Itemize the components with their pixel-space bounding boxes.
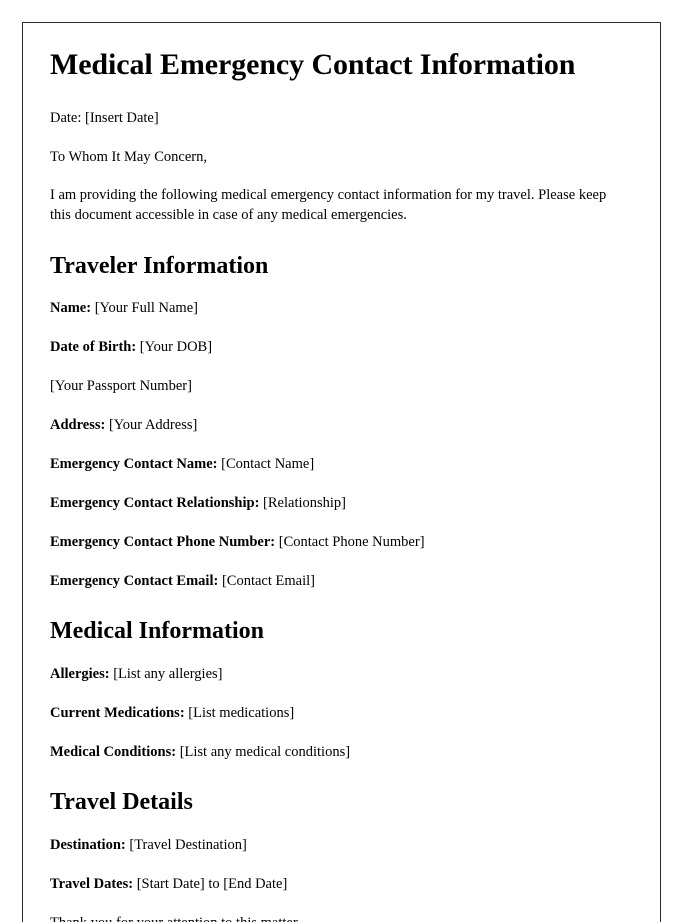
field-label: Medical Conditions: <box>50 744 177 761</box>
field-row: Allergies: [List any allergies] <box>50 664 634 684</box>
medical-field-list: Allergies: [List any allergies] Current … <box>50 664 634 762</box>
field-value: [Contact Email] <box>221 573 315 590</box>
field-label: Date of Birth: <box>50 339 137 356</box>
field-row: Name: [Your Full Name] <box>50 298 634 318</box>
field-row: [Your Passport Number] <box>50 376 634 396</box>
section-heading-traveler-information: Traveler Information <box>50 252 269 279</box>
field-label: Emergency Contact Email: <box>50 573 219 590</box>
field-label: Destination: <box>50 836 126 853</box>
field-label: Emergency Contact Name: <box>50 456 218 473</box>
field-value: [Your DOB] <box>139 339 213 356</box>
field-value: [Travel Destination] <box>129 836 247 853</box>
field-row: Emergency Contact Relationship: [Relatio… <box>50 493 634 513</box>
date-line: Date: [Insert Date] <box>50 110 159 127</box>
salutation: To Whom It May Concern, <box>50 149 207 166</box>
field-row: Emergency Contact Name: [Contact Name] <box>50 454 634 474</box>
section-heading-travel-details: Travel Details <box>50 789 193 816</box>
field-label: Allergies: <box>50 666 110 683</box>
field-value: [List any allergies] <box>113 666 223 683</box>
field-row: Travel Dates: [Start Date] to [End Date] <box>50 874 634 894</box>
document-body: Medical Emergency Contact Information Da… <box>23 23 660 922</box>
field-row: Date of Birth: [Your DOB] <box>50 337 634 357</box>
field-row: Emergency Contact Email: [Contact Email] <box>50 571 634 591</box>
field-value: [Contact Phone Number] <box>278 534 425 551</box>
section-heading-medical-information: Medical Information <box>50 618 264 645</box>
field-value: [Your Address] <box>108 417 198 434</box>
field-value: [Your Full Name] <box>94 300 198 317</box>
field-row: Emergency Contact Phone Number: [Contact… <box>50 532 634 552</box>
field-value: [List any medical conditions] <box>179 744 351 761</box>
field-value: [Start Date] to [End Date] <box>136 875 288 892</box>
field-label: Name: <box>50 300 92 317</box>
intro-paragraph: I am providing the following medical eme… <box>50 187 607 223</box>
page-title: Medical Emergency Contact Information <box>50 48 576 81</box>
field-value: [Relationship] <box>263 495 347 512</box>
field-row: Medical Conditions: [List any medical co… <box>50 742 634 762</box>
field-label: Address: <box>50 417 106 434</box>
field-row: Destination: [Travel Destination] <box>50 835 634 855</box>
field-value: [Contact Name] <box>221 456 315 473</box>
field-value: [List medications] <box>188 705 295 722</box>
field-row: Address: [Your Address] <box>50 415 634 435</box>
closing-block: Thank you for your attention to this mat… <box>50 913 634 922</box>
field-label: Emergency Contact Phone Number: <box>50 534 276 551</box>
field-row: Current Medications: [List medications] <box>50 703 634 723</box>
thank-you-line: Thank you for your attention to this mat… <box>50 913 634 922</box>
traveler-field-list: Name: [Your Full Name] Date of Birth: [Y… <box>50 298 634 591</box>
travel-field-list: Destination: [Travel Destination] Travel… <box>50 835 634 894</box>
field-label: Travel Dates: <box>50 875 134 892</box>
field-label: Emergency Contact Relationship: <box>50 495 260 512</box>
field-label: Current Medications: <box>50 705 185 722</box>
field-value: [Your Passport Number] <box>50 378 192 395</box>
document-page: Medical Emergency Contact Information Da… <box>22 22 661 922</box>
